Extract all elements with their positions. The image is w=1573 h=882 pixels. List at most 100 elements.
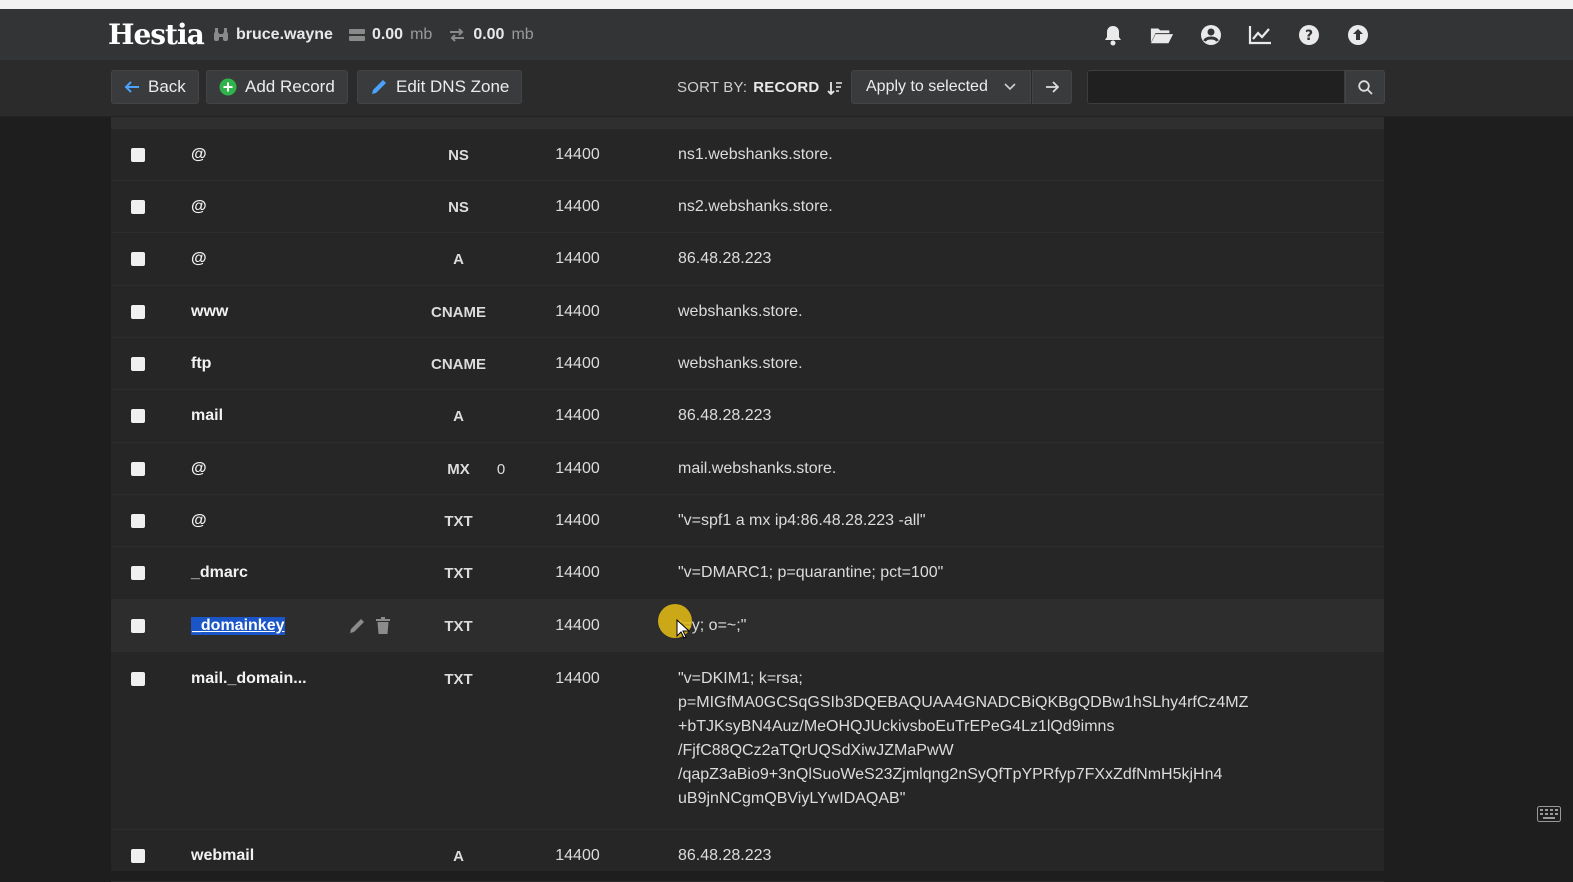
record-name[interactable]: @ bbox=[191, 460, 207, 478]
chart-line-icon[interactable] bbox=[1248, 23, 1272, 47]
table-row[interactable]: @ MX 0 14400 mail.webshanks.store. bbox=[111, 443, 1384, 495]
edit-pencil-icon[interactable] bbox=[348, 617, 366, 635]
hestia-logo[interactable]: Hestia bbox=[108, 13, 205, 53]
record-name[interactable]: _domainkey bbox=[191, 617, 286, 635]
record-ttl: 14400 bbox=[555, 146, 600, 163]
svg-text:?: ? bbox=[1305, 28, 1313, 44]
record-ttl: 14400 bbox=[555, 512, 600, 529]
record-value-line: uB9jnNCgmQBViyLYwIDAQAB" bbox=[678, 790, 906, 807]
record-ttl: 14400 bbox=[555, 847, 600, 864]
upload-icon[interactable] bbox=[1346, 23, 1370, 47]
back-label: Back bbox=[148, 77, 186, 96]
folder-open-icon[interactable] bbox=[1150, 23, 1174, 47]
sort-field: RECORD bbox=[753, 79, 820, 96]
back-button[interactable]: Back bbox=[111, 70, 199, 104]
trash-icon[interactable] bbox=[375, 617, 391, 635]
record-name[interactable]: @ bbox=[191, 146, 207, 164]
list-header-strip bbox=[111, 117, 1384, 129]
edit-dns-zone-button[interactable]: Edit DNS Zone bbox=[357, 70, 523, 104]
record-type: A bbox=[453, 251, 464, 268]
search-button[interactable] bbox=[1345, 70, 1385, 104]
record-name[interactable]: @ bbox=[191, 198, 207, 216]
record-name[interactable]: ftp bbox=[191, 355, 211, 373]
hard-drive-icon bbox=[348, 28, 365, 42]
table-row[interactable]: @ NS 14400 ns1.webshanks.store. bbox=[111, 129, 1384, 181]
row-checkbox[interactable] bbox=[131, 357, 145, 371]
table-row[interactable]: ftp CNAME 14400 webshanks.store. bbox=[111, 338, 1384, 390]
record-ttl: 14400 bbox=[555, 355, 600, 372]
apply-to-selected-select[interactable]: Apply to selected bbox=[851, 70, 1031, 104]
account-stats: bruce.wayne 0.00 mb 0.00 mb bbox=[213, 9, 534, 60]
row-checkbox[interactable] bbox=[131, 672, 145, 686]
record-value: "v=spf1 a mx ip4:86.48.28.223 -all" bbox=[678, 512, 926, 529]
record-type: NS bbox=[448, 147, 469, 164]
table-row[interactable]: @ NS 14400 ns2.webshanks.store. bbox=[111, 181, 1384, 233]
record-name[interactable]: _dmarc bbox=[191, 564, 248, 582]
plus-circle-icon bbox=[219, 78, 237, 96]
sort-direction-icon bbox=[827, 81, 843, 96]
disk-usage-unit: mb bbox=[410, 25, 433, 43]
row-checkbox[interactable] bbox=[131, 409, 145, 423]
sort-by-label: SORT BY: bbox=[677, 79, 748, 96]
row-checkbox[interactable] bbox=[131, 566, 145, 580]
record-ttl: 14400 bbox=[555, 303, 600, 320]
row-checkbox[interactable] bbox=[131, 514, 145, 528]
record-value: 86.48.28.223 bbox=[678, 847, 772, 864]
record-name[interactable]: mail bbox=[191, 407, 223, 425]
record-type: A bbox=[453, 848, 464, 865]
record-type: TXT bbox=[444, 565, 473, 582]
record-name[interactable]: mail._domain... bbox=[191, 670, 307, 688]
record-value: 86.48.28.223 bbox=[678, 407, 772, 424]
bandwidth-value: 0.00 bbox=[473, 25, 505, 43]
record-value: "v=DMARC1; p=quarantine; pct=100" bbox=[678, 564, 944, 581]
arrow-right-icon bbox=[1045, 81, 1059, 93]
record-name[interactable]: @ bbox=[191, 512, 207, 530]
apply-action-button[interactable] bbox=[1032, 70, 1072, 104]
sort-by-control[interactable]: SORT BY: RECORD bbox=[677, 79, 843, 96]
row-checkbox[interactable] bbox=[131, 252, 145, 266]
row-checkbox[interactable] bbox=[131, 200, 145, 214]
table-row[interactable]: _domainkey TXT 14400 t=y; o=~;" bbox=[111, 600, 1384, 652]
row-checkbox[interactable] bbox=[131, 462, 145, 476]
record-ttl: 14400 bbox=[555, 617, 600, 634]
table-row[interactable]: @ A 14400 86.48.28.223 bbox=[111, 233, 1384, 286]
record-type: TXT bbox=[444, 618, 473, 635]
bell-icon[interactable] bbox=[1101, 23, 1125, 47]
row-checkbox[interactable] bbox=[131, 148, 145, 162]
help-icon[interactable]: ? bbox=[1297, 23, 1321, 47]
search-input[interactable] bbox=[1087, 70, 1345, 104]
record-name[interactable]: @ bbox=[191, 250, 207, 268]
dns-records-list: @ NS 14400 ns1.webshanks.store. @ NS 144… bbox=[111, 117, 1384, 882]
record-value: ns2.webshanks.store. bbox=[678, 198, 833, 215]
exchange-arrows-icon bbox=[448, 27, 466, 43]
toolbar: Back Add Record Edit DNS Zone SORT BY: RE… bbox=[0, 60, 1573, 117]
browser-top-strip bbox=[0, 0, 1573, 9]
keyboard-icon[interactable] bbox=[1537, 806, 1561, 827]
record-type: CNAME bbox=[431, 356, 486, 373]
record-value: "v=DKIM1; k=rsa; p=MIGfMA0GCSqGSIb3DQEBA… bbox=[678, 667, 1248, 811]
record-ttl: 14400 bbox=[555, 407, 600, 424]
add-record-button[interactable]: Add Record bbox=[206, 70, 348, 104]
username: bruce.wayne bbox=[236, 25, 333, 43]
record-name[interactable]: www bbox=[191, 303, 228, 321]
bandwidth-unit: mb bbox=[511, 25, 534, 43]
table-row[interactable]: mail A 14400 86.48.28.223 bbox=[111, 390, 1384, 443]
record-name[interactable]: webmail bbox=[191, 847, 254, 865]
table-row[interactable]: @ TXT 14400 "v=spf1 a mx ip4:86.48.28.22… bbox=[111, 495, 1384, 547]
table-row[interactable]: mail._domain... TXT 14400 "v=DKIM1; k=rs… bbox=[111, 652, 1384, 830]
row-checkbox[interactable] bbox=[131, 619, 145, 633]
row-checkbox[interactable] bbox=[131, 305, 145, 319]
user-circle-icon[interactable] bbox=[1199, 23, 1223, 47]
record-type: NS bbox=[448, 199, 469, 216]
pencil-icon bbox=[370, 78, 388, 96]
record-value: ns1.webshanks.store. bbox=[678, 146, 833, 163]
disk-usage-value: 0.00 bbox=[371, 25, 404, 43]
record-ttl: 14400 bbox=[555, 250, 600, 267]
record-value: 86.48.28.223 bbox=[678, 250, 772, 267]
table-row[interactable]: www CNAME 14400 webshanks.store. bbox=[111, 286, 1384, 338]
table-row[interactable]: webmail A 14400 86.48.28.223 bbox=[111, 830, 1384, 882]
table-row[interactable]: _dmarc TXT 14400 "v=DMARC1; p=quarantine… bbox=[111, 547, 1384, 600]
bandwidth-stat: 0.00 mb bbox=[448, 25, 534, 44]
row-checkbox[interactable] bbox=[131, 849, 145, 863]
binoculars-icon bbox=[213, 27, 229, 43]
